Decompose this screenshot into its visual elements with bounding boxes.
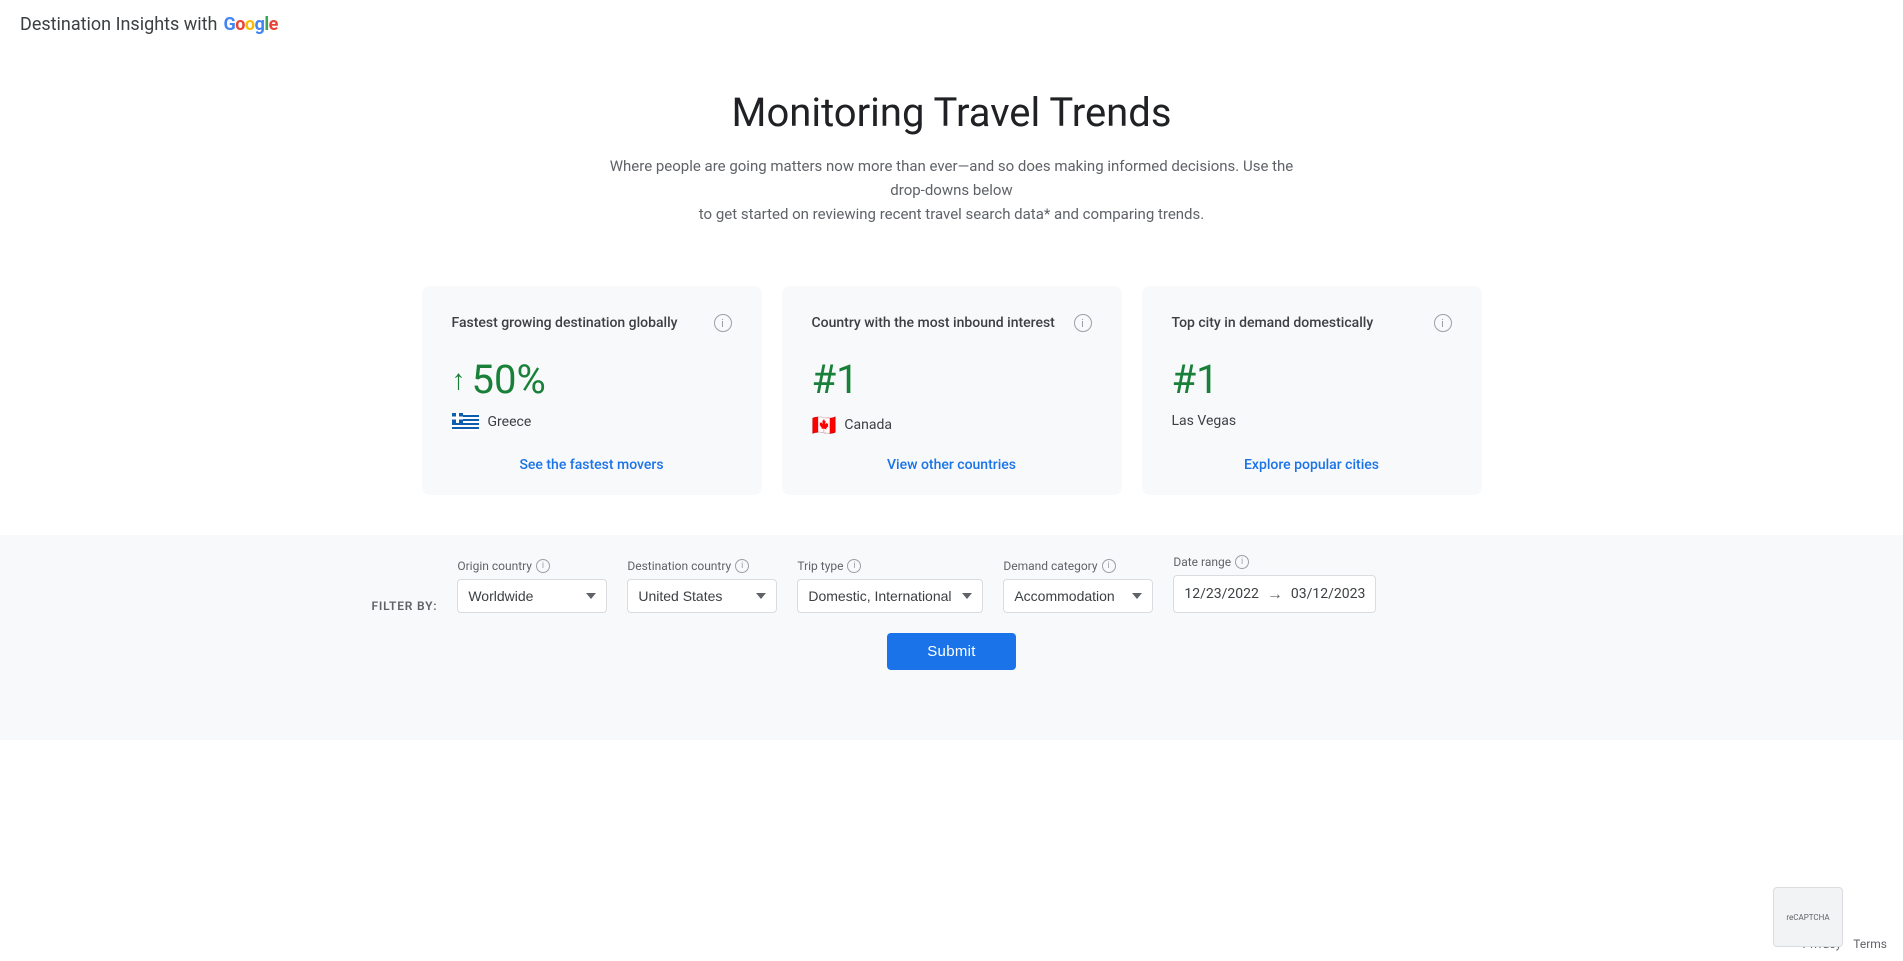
filter-by-label: FILTER BY: — [372, 577, 438, 613]
location-name: Greece — [488, 414, 532, 430]
up-arrow-icon: ↑ — [452, 366, 466, 394]
demand-category-filter: Demand category i Accommodation Flights … — [1003, 559, 1153, 613]
top-city-card: Top city in demand domestically i #1 Las… — [1142, 286, 1482, 495]
recaptcha-badge: reCAPTCHA — [1773, 887, 1843, 947]
rank-value: #1 — [812, 356, 859, 403]
origin-country-label: Origin country i — [457, 559, 607, 573]
page-title: Monitoring Travel Trends — [20, 89, 1883, 136]
canada-flag-icon: 🇨🇦 — [812, 413, 837, 437]
title-prefix: Destination Insights with — [20, 14, 217, 35]
trip-type-select[interactable]: Domestic, International Domestic Interna… — [797, 579, 983, 613]
card-location: 🇨🇦 Canada — [812, 413, 1092, 437]
card-value: #1 — [1172, 356, 1452, 403]
card-location: Greece — [452, 413, 732, 431]
rank-value: #1 — [1172, 356, 1219, 403]
date-start: 12/23/2022 — [1184, 586, 1259, 602]
location-name: Canada — [844, 417, 892, 433]
fastest-movers-link[interactable]: See the fastest movers — [519, 457, 663, 473]
card-header: Fastest growing destination globally i — [452, 314, 732, 332]
subtitle-line2: to get started on reviewing recent trave… — [699, 205, 1204, 223]
card-header: Top city in demand domestically i — [1172, 314, 1452, 332]
origin-country-filter: Origin country i Worldwide United States… — [457, 559, 607, 613]
percent-value: 50% — [472, 356, 546, 403]
info-icon[interactable]: i — [1434, 314, 1452, 332]
origin-country-select[interactable]: Worldwide United States United Kingdom C… — [457, 579, 607, 613]
demand-category-info-icon[interactable]: i — [1102, 559, 1116, 573]
header: Destination Insights with Google — [0, 0, 1903, 49]
hero-subtitle: Where people are going matters now more … — [602, 154, 1302, 226]
filter-section: FILTER BY: Origin country i Worldwide Un… — [0, 535, 1903, 740]
destination-country-label: Destination country i — [627, 559, 777, 573]
date-range-label: Date range i — [1173, 555, 1376, 569]
destination-info-icon[interactable]: i — [735, 559, 749, 573]
fastest-growing-card: Fastest growing destination globally i ↑… — [422, 286, 762, 495]
date-range-info-icon[interactable]: i — [1235, 555, 1249, 569]
destination-country-filter: Destination country i United States Cana… — [627, 559, 777, 613]
date-range-input[interactable]: 12/23/2022 → 03/12/2023 — [1173, 575, 1376, 613]
card-title: Top city in demand domestically — [1172, 315, 1374, 331]
trip-type-label: Trip type i — [797, 559, 983, 573]
info-icon[interactable]: i — [1074, 314, 1092, 332]
submit-button[interactable]: Submit — [887, 633, 1016, 670]
site-title: Destination Insights with Google — [20, 14, 278, 35]
subtitle-line1: Where people are going matters now more … — [610, 157, 1294, 199]
cards-container: Fastest growing destination globally i ↑… — [352, 256, 1552, 535]
destination-country-select[interactable]: United States Canada United Kingdom Aust… — [627, 579, 777, 613]
card-location: Las Vegas — [1172, 413, 1452, 429]
filter-inner: FILTER BY: Origin country i Worldwide Un… — [352, 535, 1552, 700]
origin-info-icon[interactable]: i — [536, 559, 550, 573]
trip-type-info-icon[interactable]: i — [847, 559, 861, 573]
date-range-filter: Date range i 12/23/2022 → 03/12/2023 — [1173, 555, 1376, 613]
card-title: Country with the most inbound interest — [812, 315, 1055, 331]
date-end: 03/12/2023 — [1291, 586, 1366, 602]
explore-popular-cities-link[interactable]: Explore popular cities — [1244, 457, 1379, 473]
google-logo: Google — [223, 14, 277, 35]
trip-type-filter: Trip type i Domestic, International Dome… — [797, 559, 983, 613]
greece-flag-icon — [452, 413, 480, 431]
terms-link[interactable]: Terms — [1853, 937, 1887, 951]
card-value: #1 — [812, 356, 1092, 403]
submit-row: Submit — [372, 613, 1532, 680]
most-inbound-card: Country with the most inbound interest i… — [782, 286, 1122, 495]
info-icon[interactable]: i — [714, 314, 732, 332]
location-name: Las Vegas — [1172, 413, 1237, 429]
hero-section: Monitoring Travel Trends Where people ar… — [0, 49, 1903, 256]
date-arrow-icon: → — [1267, 584, 1283, 604]
card-value: ↑ 50% — [452, 356, 732, 403]
card-header: Country with the most inbound interest i — [812, 314, 1092, 332]
view-other-countries-link[interactable]: View other countries — [887, 457, 1016, 473]
card-title: Fastest growing destination globally — [452, 315, 678, 331]
demand-category-select[interactable]: Accommodation Flights Car Rentals — [1003, 579, 1153, 613]
demand-category-label: Demand category i — [1003, 559, 1153, 573]
